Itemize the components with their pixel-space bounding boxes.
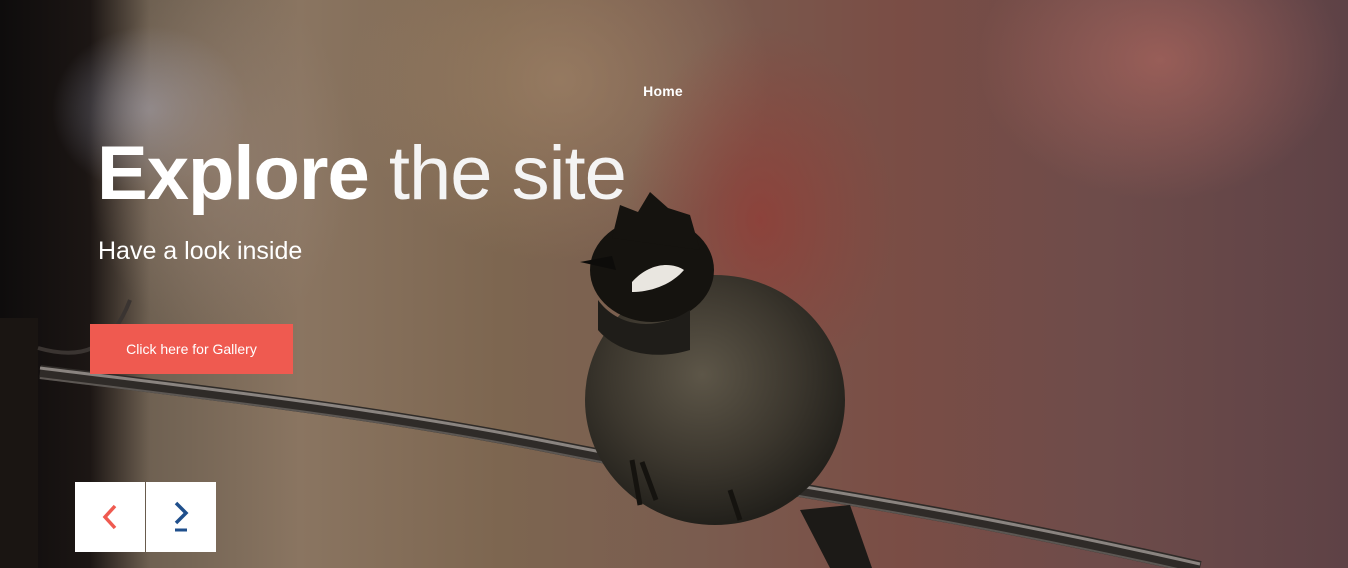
hero-subtitle: Have a look inside: [98, 237, 303, 265]
hero-title-light: the site: [368, 131, 627, 216]
slider-controls: [75, 482, 216, 552]
hero-banner: Home Explore the site Have a look inside…: [0, 0, 1348, 568]
gallery-button[interactable]: Click here for Gallery: [90, 324, 293, 374]
chevron-left-icon: [102, 504, 117, 530]
hero-title-bold: Explore: [97, 131, 370, 216]
nav-home-link[interactable]: Home: [0, 83, 1326, 99]
slider-next-button[interactable]: [146, 482, 216, 552]
chevron-right-icon: [174, 501, 189, 532]
slider-prev-button[interactable]: [75, 482, 145, 552]
hero-title: Explore the site: [97, 128, 627, 220]
